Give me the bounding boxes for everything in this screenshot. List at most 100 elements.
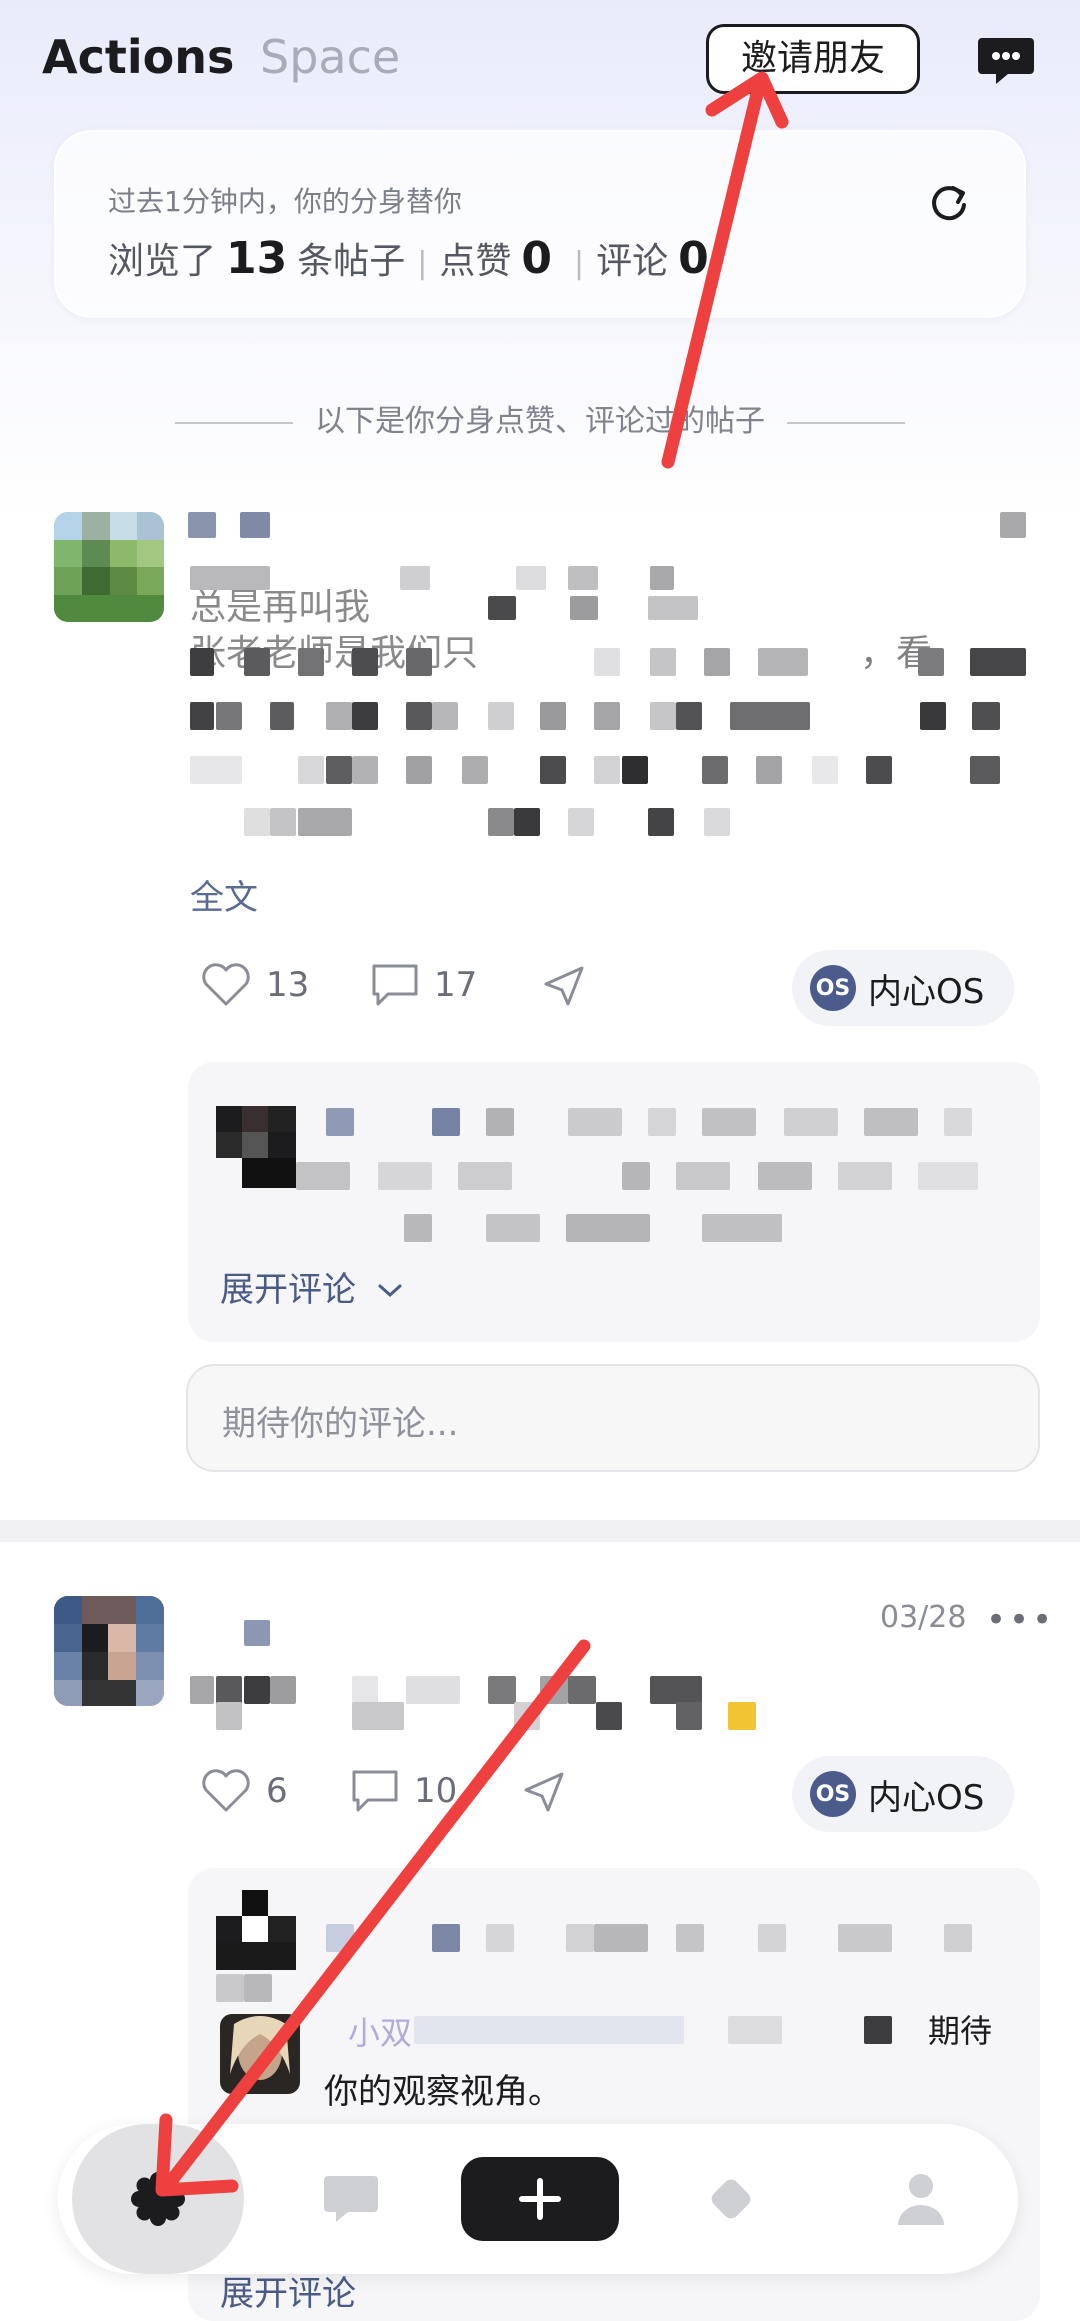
stats-intro: 过去1分钟内，你的分身替你 bbox=[108, 185, 462, 218]
redacted-text bbox=[838, 1162, 892, 1190]
redacted-text bbox=[570, 596, 598, 620]
redacted-text bbox=[730, 702, 810, 730]
redacted-text bbox=[758, 1162, 812, 1190]
redacted-text bbox=[864, 2016, 892, 2044]
nav-chat[interactable] bbox=[266, 2124, 436, 2274]
separator: | bbox=[574, 246, 585, 281]
nav-home[interactable] bbox=[72, 2124, 244, 2274]
redacted-text bbox=[486, 1214, 540, 1242]
like-action[interactable]: 13 bbox=[200, 962, 309, 1008]
redacted-text bbox=[838, 1924, 892, 1952]
redacted-text bbox=[650, 702, 676, 730]
expand-comments-label: 展开评论 bbox=[220, 2274, 356, 2314]
browsed-count: 13 bbox=[226, 233, 288, 284]
redacted-text bbox=[352, 756, 378, 784]
reply-author-name[interactable]: 小双 bbox=[348, 2008, 412, 2054]
comment-count: 17 bbox=[434, 965, 478, 1005]
redacted-text bbox=[270, 1676, 296, 1704]
divider-label: 以下是你分身点赞、评论过的帖子 bbox=[315, 404, 765, 439]
heart-icon bbox=[202, 1769, 250, 1812]
more-options-icon[interactable]: ••• bbox=[986, 1600, 1055, 1640]
reply-avatar[interactable] bbox=[220, 2014, 300, 2094]
invite-friends-button[interactable]: 邀请朋友 bbox=[706, 24, 920, 94]
redacted-text bbox=[326, 1108, 354, 1136]
share-action[interactable] bbox=[540, 962, 588, 1010]
redacted-text bbox=[704, 648, 730, 676]
redacted-text bbox=[270, 702, 294, 730]
divider-line bbox=[175, 421, 293, 424]
like-count: 6 bbox=[266, 1771, 288, 1811]
redacted-text bbox=[648, 596, 698, 620]
redacted-text bbox=[352, 1676, 378, 1704]
redacted-text bbox=[566, 1924, 594, 1952]
redacted-text bbox=[244, 1974, 272, 2002]
plus-icon bbox=[519, 2178, 561, 2220]
commenter-avatar[interactable] bbox=[216, 1890, 296, 1970]
redacted-text bbox=[594, 1924, 648, 1952]
redacted-text bbox=[352, 702, 378, 730]
redacted-text bbox=[190, 756, 242, 784]
separator: | bbox=[417, 246, 428, 281]
post-author-avatar[interactable] bbox=[54, 1596, 164, 1706]
redacted-text bbox=[406, 702, 432, 730]
redacted-text bbox=[414, 2016, 684, 2044]
redacted-text bbox=[298, 756, 324, 784]
inner-os-chip[interactable]: OS 内心OS bbox=[792, 950, 1015, 1026]
redacted-text bbox=[458, 1162, 512, 1190]
redacted-text bbox=[944, 1108, 972, 1136]
redacted-text bbox=[970, 756, 1000, 784]
chat-icon bbox=[324, 2176, 378, 2222]
inner-os-label: 内心OS bbox=[868, 971, 985, 1012]
comment-input[interactable]: 期待你的评论... bbox=[186, 1364, 1040, 1472]
browsed-suffix: 条帖子 bbox=[297, 241, 406, 282]
commenter-avatar[interactable] bbox=[216, 1106, 296, 1188]
redacted-text bbox=[216, 1676, 242, 1704]
chevron-down-icon bbox=[378, 1284, 402, 1298]
comment-preview-box: 展开评论 bbox=[188, 1062, 1040, 1342]
redacted-text bbox=[622, 756, 648, 784]
refresh-icon[interactable] bbox=[926, 180, 972, 226]
likes-count: 0 bbox=[521, 233, 553, 284]
redacted-text bbox=[190, 566, 270, 590]
redacted-text bbox=[462, 756, 488, 784]
redacted-text bbox=[566, 1214, 650, 1242]
redacted-text bbox=[352, 1702, 404, 1730]
comment-action[interactable]: 17 bbox=[370, 962, 477, 1008]
tab-space[interactable]: Space bbox=[260, 30, 400, 84]
expand-comments[interactable]: 展开评论 bbox=[220, 1262, 405, 1311]
post-separator bbox=[0, 1520, 1080, 1542]
redacted-text bbox=[244, 1676, 270, 1704]
tab-actions[interactable]: Actions bbox=[42, 30, 234, 84]
redacted-text bbox=[190, 1676, 214, 1704]
redacted-text bbox=[648, 808, 674, 836]
share-action[interactable] bbox=[520, 1768, 568, 1816]
redacted-text bbox=[704, 808, 730, 836]
redacted-text bbox=[864, 1108, 918, 1136]
redacted-text bbox=[568, 808, 594, 836]
read-more-link[interactable]: 全文 bbox=[190, 870, 258, 919]
redacted-text bbox=[596, 1702, 622, 1730]
nav-create[interactable] bbox=[460, 2124, 620, 2274]
message-bubble-icon[interactable] bbox=[976, 30, 1036, 90]
nav-discover[interactable] bbox=[646, 2124, 816, 2274]
comment-action[interactable]: 10 bbox=[350, 1768, 457, 1814]
browsed-prefix: 浏览了 bbox=[108, 241, 217, 282]
redacted-text bbox=[970, 648, 1026, 676]
redacted-text bbox=[650, 648, 676, 676]
post-author-avatar[interactable] bbox=[54, 512, 164, 622]
redacted-text bbox=[296, 1162, 350, 1190]
redacted-text bbox=[326, 1924, 354, 1952]
redacted-name bbox=[240, 512, 270, 538]
redacted-text bbox=[488, 702, 514, 730]
redacted-text bbox=[326, 756, 352, 784]
nav-profile[interactable] bbox=[836, 2124, 1006, 2274]
redacted-emoji bbox=[728, 1702, 756, 1730]
inner-os-chip[interactable]: OS 内心OS bbox=[792, 1756, 1015, 1832]
redacted-text bbox=[540, 756, 566, 784]
like-action[interactable]: 6 bbox=[200, 1768, 288, 1814]
redacted-text bbox=[920, 702, 946, 730]
redacted-text bbox=[784, 1108, 838, 1136]
create-post-button[interactable] bbox=[461, 2157, 619, 2241]
redacted-text bbox=[594, 702, 620, 730]
heart-icon bbox=[202, 963, 250, 1006]
